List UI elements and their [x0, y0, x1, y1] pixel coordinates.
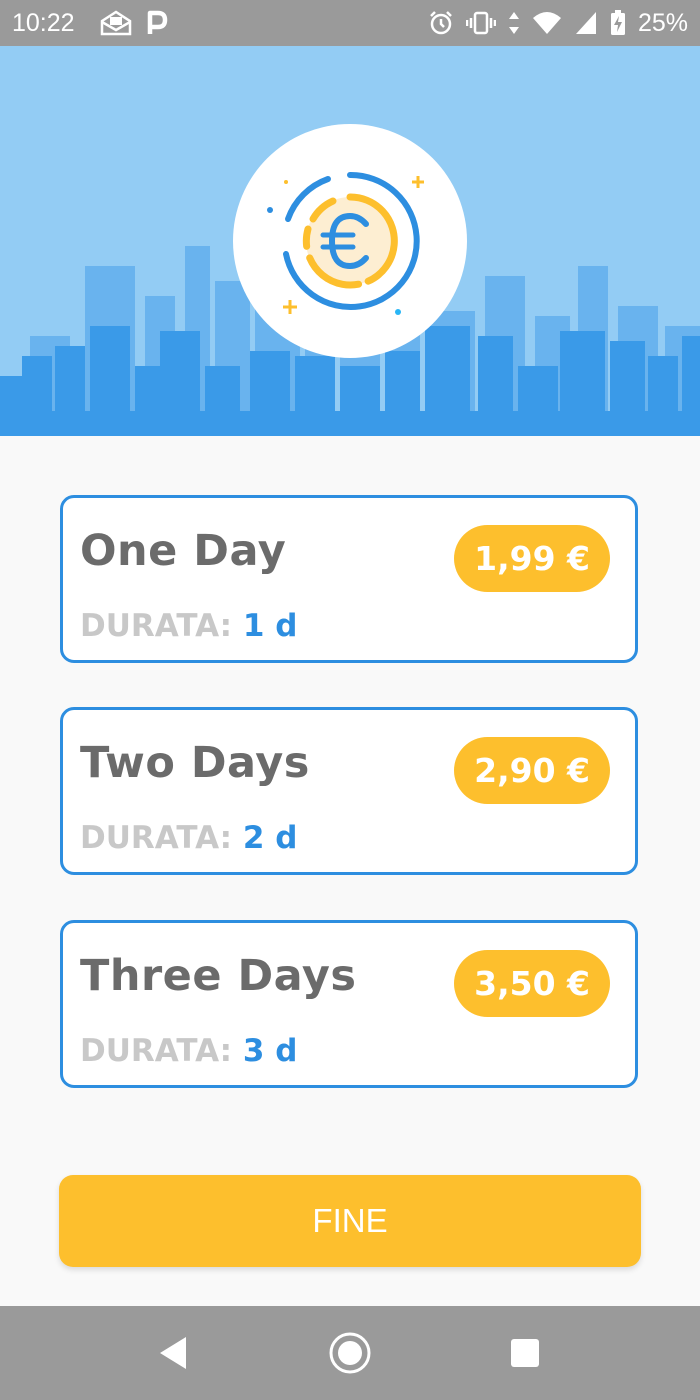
price-badge: 1,99 € — [454, 525, 610, 592]
back-icon — [160, 1337, 186, 1369]
duration-value: 3 d — [242, 1033, 298, 1069]
price-badge: 3,50 € — [454, 950, 610, 1017]
nav-home-button[interactable] — [310, 1306, 390, 1400]
battery-charging-icon — [610, 10, 625, 35]
alarm-icon — [430, 11, 452, 35]
battery-percentage: 25% — [637, 9, 688, 37]
plan-name: Two Days — [80, 738, 310, 788]
plan-duration: DURATA: 2 d — [80, 820, 297, 856]
euro-coin-icon — [267, 171, 424, 315]
navigation-bar — [0, 1306, 700, 1400]
duration-label: DURATA: — [80, 1033, 233, 1069]
plan-duration: DURATA: 1 d — [80, 608, 297, 644]
plan-card-one-day[interactable]: One Day 1,99 € DURATA: 1 d — [60, 495, 638, 663]
wifi-icon — [532, 12, 561, 34]
plan-name: One Day — [80, 526, 287, 576]
plan-duration: DURATA: 3 d — [80, 1033, 297, 1069]
recents-icon — [511, 1339, 539, 1367]
nav-back-button[interactable] — [133, 1306, 213, 1400]
duration-label: DURATA: — [80, 820, 233, 856]
nav-recents-button[interactable] — [485, 1306, 565, 1400]
duration-value: 1 d — [242, 608, 298, 644]
plan-card-two-days[interactable]: Two Days 2,90 € DURATA: 2 d — [60, 707, 638, 875]
data-arrows-icon — [508, 12, 519, 34]
mail-icon — [100, 10, 132, 36]
status-time: 10:22 — [12, 9, 75, 37]
duration-label: DURATA: — [80, 608, 233, 644]
home-icon — [329, 1332, 371, 1374]
hero-header — [0, 46, 700, 436]
vibrate-icon — [465, 11, 496, 35]
price-badge: 2,90 € — [454, 737, 610, 804]
signal-icon — [575, 12, 596, 34]
parking-icon — [147, 10, 168, 34]
fine-button[interactable]: FINE — [59, 1175, 641, 1267]
logo-badge — [233, 124, 467, 358]
status-bar: 10:22 25% — [0, 0, 700, 46]
plan-card-three-days[interactable]: Three Days 3,50 € DURATA: 3 d — [60, 920, 638, 1088]
plan-name: Three Days — [80, 951, 357, 1001]
duration-value: 2 d — [242, 820, 298, 856]
